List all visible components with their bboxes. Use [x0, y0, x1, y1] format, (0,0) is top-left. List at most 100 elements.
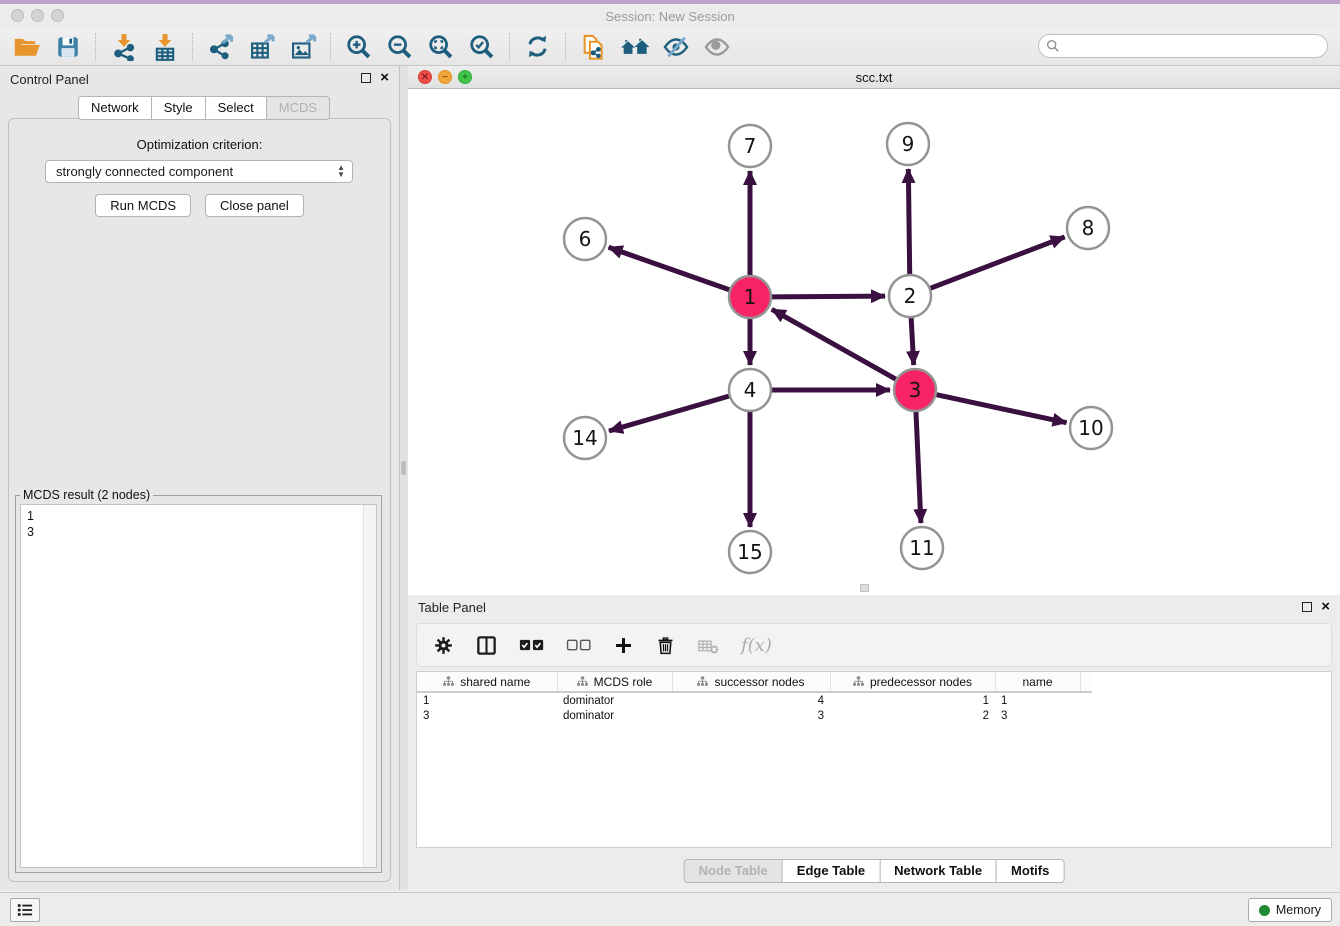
table-cell[interactable]: dominator [557, 708, 672, 724]
clone-network-button[interactable] [573, 30, 614, 64]
table-cell[interactable]: 1 [995, 692, 1080, 708]
table-cell[interactable]: 4 [672, 692, 830, 708]
save-session-button[interactable] [47, 30, 88, 64]
node-table[interactable]: shared name MCDS rolesuccessor nodesprede… [416, 671, 1332, 848]
close-window-button[interactable] [11, 9, 24, 22]
table-row[interactable]: 1dominator411 [417, 692, 1092, 708]
toggle-columns-button[interactable] [475, 634, 498, 657]
zoom-in-button[interactable] [338, 30, 379, 64]
table-cell[interactable]: 3 [417, 708, 557, 724]
network-window-titlebar[interactable]: ✕ − + scc.txt [408, 66, 1340, 89]
canvas-resize-thumb[interactable] [860, 584, 869, 592]
tab-network[interactable]: Network [78, 96, 152, 120]
export-image-button[interactable] [282, 30, 323, 64]
zoom-out-button[interactable] [379, 30, 420, 64]
open-session-button[interactable] [6, 30, 47, 64]
minimize-window-button[interactable] [31, 9, 44, 22]
tab-select[interactable]: Select [205, 96, 267, 120]
graph-edge-1-2[interactable] [772, 296, 885, 297]
node-table-grid[interactable]: shared name MCDS rolesuccessor nodesprede… [417, 672, 1092, 724]
graph-edge-3-11[interactable] [916, 412, 921, 523]
graph-edge-3-10[interactable] [937, 395, 1067, 423]
table-row[interactable]: 3dominator323 [417, 708, 1092, 724]
task-history-button[interactable] [10, 898, 40, 922]
zoom-selected-button[interactable] [461, 30, 502, 64]
panel-splitter[interactable] [400, 66, 408, 890]
import-network-button[interactable] [103, 30, 144, 64]
list-icon [16, 902, 34, 918]
table-cell[interactable]: 1 [417, 692, 557, 708]
toolbar-separator [95, 33, 96, 61]
add-column-button[interactable] [613, 635, 634, 656]
graph-edge-3-1[interactable] [772, 309, 896, 379]
table-panel: Table Panel × [408, 595, 1340, 890]
table-cell[interactable]: 3 [995, 708, 1080, 724]
tab-motifs[interactable]: Motifs [996, 859, 1064, 883]
column-header-successor-nodes[interactable]: successor nodes [672, 672, 830, 692]
import-table-button[interactable] [144, 30, 185, 64]
close-panel-button[interactable]: Close panel [205, 194, 304, 217]
memory-status-icon [1259, 905, 1270, 916]
float-table-panel-icon[interactable] [1302, 602, 1312, 612]
graph-edge-4-14[interactable] [609, 396, 729, 431]
maximize-window-button[interactable] [51, 9, 64, 22]
toolbar-separator [192, 33, 193, 61]
mcds-result-box[interactable]: 1 3 [20, 504, 377, 868]
graph-edge-2-9[interactable] [908, 169, 909, 274]
hierarchy-icon [697, 676, 708, 687]
window-traffic-lights[interactable] [11, 9, 64, 22]
zoom-out-icon [386, 33, 414, 61]
splitter-grip-icon[interactable] [401, 461, 406, 475]
table-cell[interactable]: 2 [830, 708, 995, 724]
export-table-button[interactable] [241, 30, 282, 64]
refresh-button[interactable] [517, 30, 558, 64]
table-cell[interactable]: 3 [672, 708, 830, 724]
tab-network-table[interactable]: Network Table [879, 859, 997, 883]
float-panel-icon[interactable] [361, 73, 371, 83]
graph-edge-2-8[interactable] [931, 237, 1065, 288]
delete-column-button[interactable] [655, 635, 676, 656]
select-all-button[interactable] [519, 637, 545, 653]
column-label: name [1022, 675, 1052, 689]
table-toolbar: f(x) [416, 623, 1332, 667]
hide-graphics-button[interactable] [655, 30, 696, 64]
graph-edge-1-6[interactable] [609, 247, 730, 289]
home-view-button[interactable] [614, 30, 655, 64]
import-network-icon [110, 33, 138, 61]
delete-table-button [697, 635, 720, 656]
close-table-panel-icon[interactable]: × [1321, 601, 1330, 612]
tab-node-table[interactable]: Node Table [684, 859, 783, 883]
node-table-header[interactable]: shared name MCDS rolesuccessor nodesprede… [417, 672, 1092, 692]
criterion-dropdown[interactable]: strongly connected component ▲▼ [45, 160, 353, 183]
graph-node-label-10: 10 [1078, 416, 1103, 440]
search-input[interactable] [1064, 36, 1327, 56]
network-canvas[interactable]: 7968124314101511 [408, 89, 1340, 593]
run-mcds-button[interactable]: Run MCDS [95, 194, 191, 217]
table-cell[interactable]: 1 [830, 692, 995, 708]
toolbar-separator [330, 33, 331, 61]
memory-button[interactable]: Memory [1248, 898, 1332, 922]
column-header-predecessor-nodes[interactable]: predecessor nodes [830, 672, 995, 692]
table-tabs: Node Table Edge Table Network Table Moti… [684, 859, 1065, 883]
deselect-all-button[interactable] [566, 637, 592, 653]
column-header-name[interactable]: name [995, 672, 1080, 692]
node-table-body[interactable]: 1dominator4113dominator323 [417, 692, 1092, 724]
network-graph[interactable]: 7968124314101511 [408, 89, 1340, 593]
zoom-fit-button[interactable] [420, 30, 461, 64]
tab-mcds[interactable]: MCDS [266, 96, 330, 120]
column-header-MCDS-role[interactable]: MCDS role [557, 672, 672, 692]
result-scrollbar[interactable] [363, 505, 376, 867]
settings-gear-button[interactable] [433, 635, 454, 656]
table-cell[interactable]: dominator [557, 692, 672, 708]
column-label: shared name [460, 675, 530, 689]
graph-node-label-2: 2 [904, 284, 917, 308]
column-header-shared-name[interactable]: shared name [417, 672, 557, 692]
tab-style[interactable]: Style [151, 96, 206, 120]
search-field[interactable] [1038, 34, 1328, 58]
export-network-button[interactable] [200, 30, 241, 64]
graph-edge-2-3[interactable] [911, 318, 914, 365]
hierarchy-icon [443, 676, 454, 687]
show-graphics-button[interactable] [696, 30, 737, 64]
tab-edge-table[interactable]: Edge Table [782, 859, 880, 883]
close-panel-icon[interactable]: × [380, 72, 389, 83]
